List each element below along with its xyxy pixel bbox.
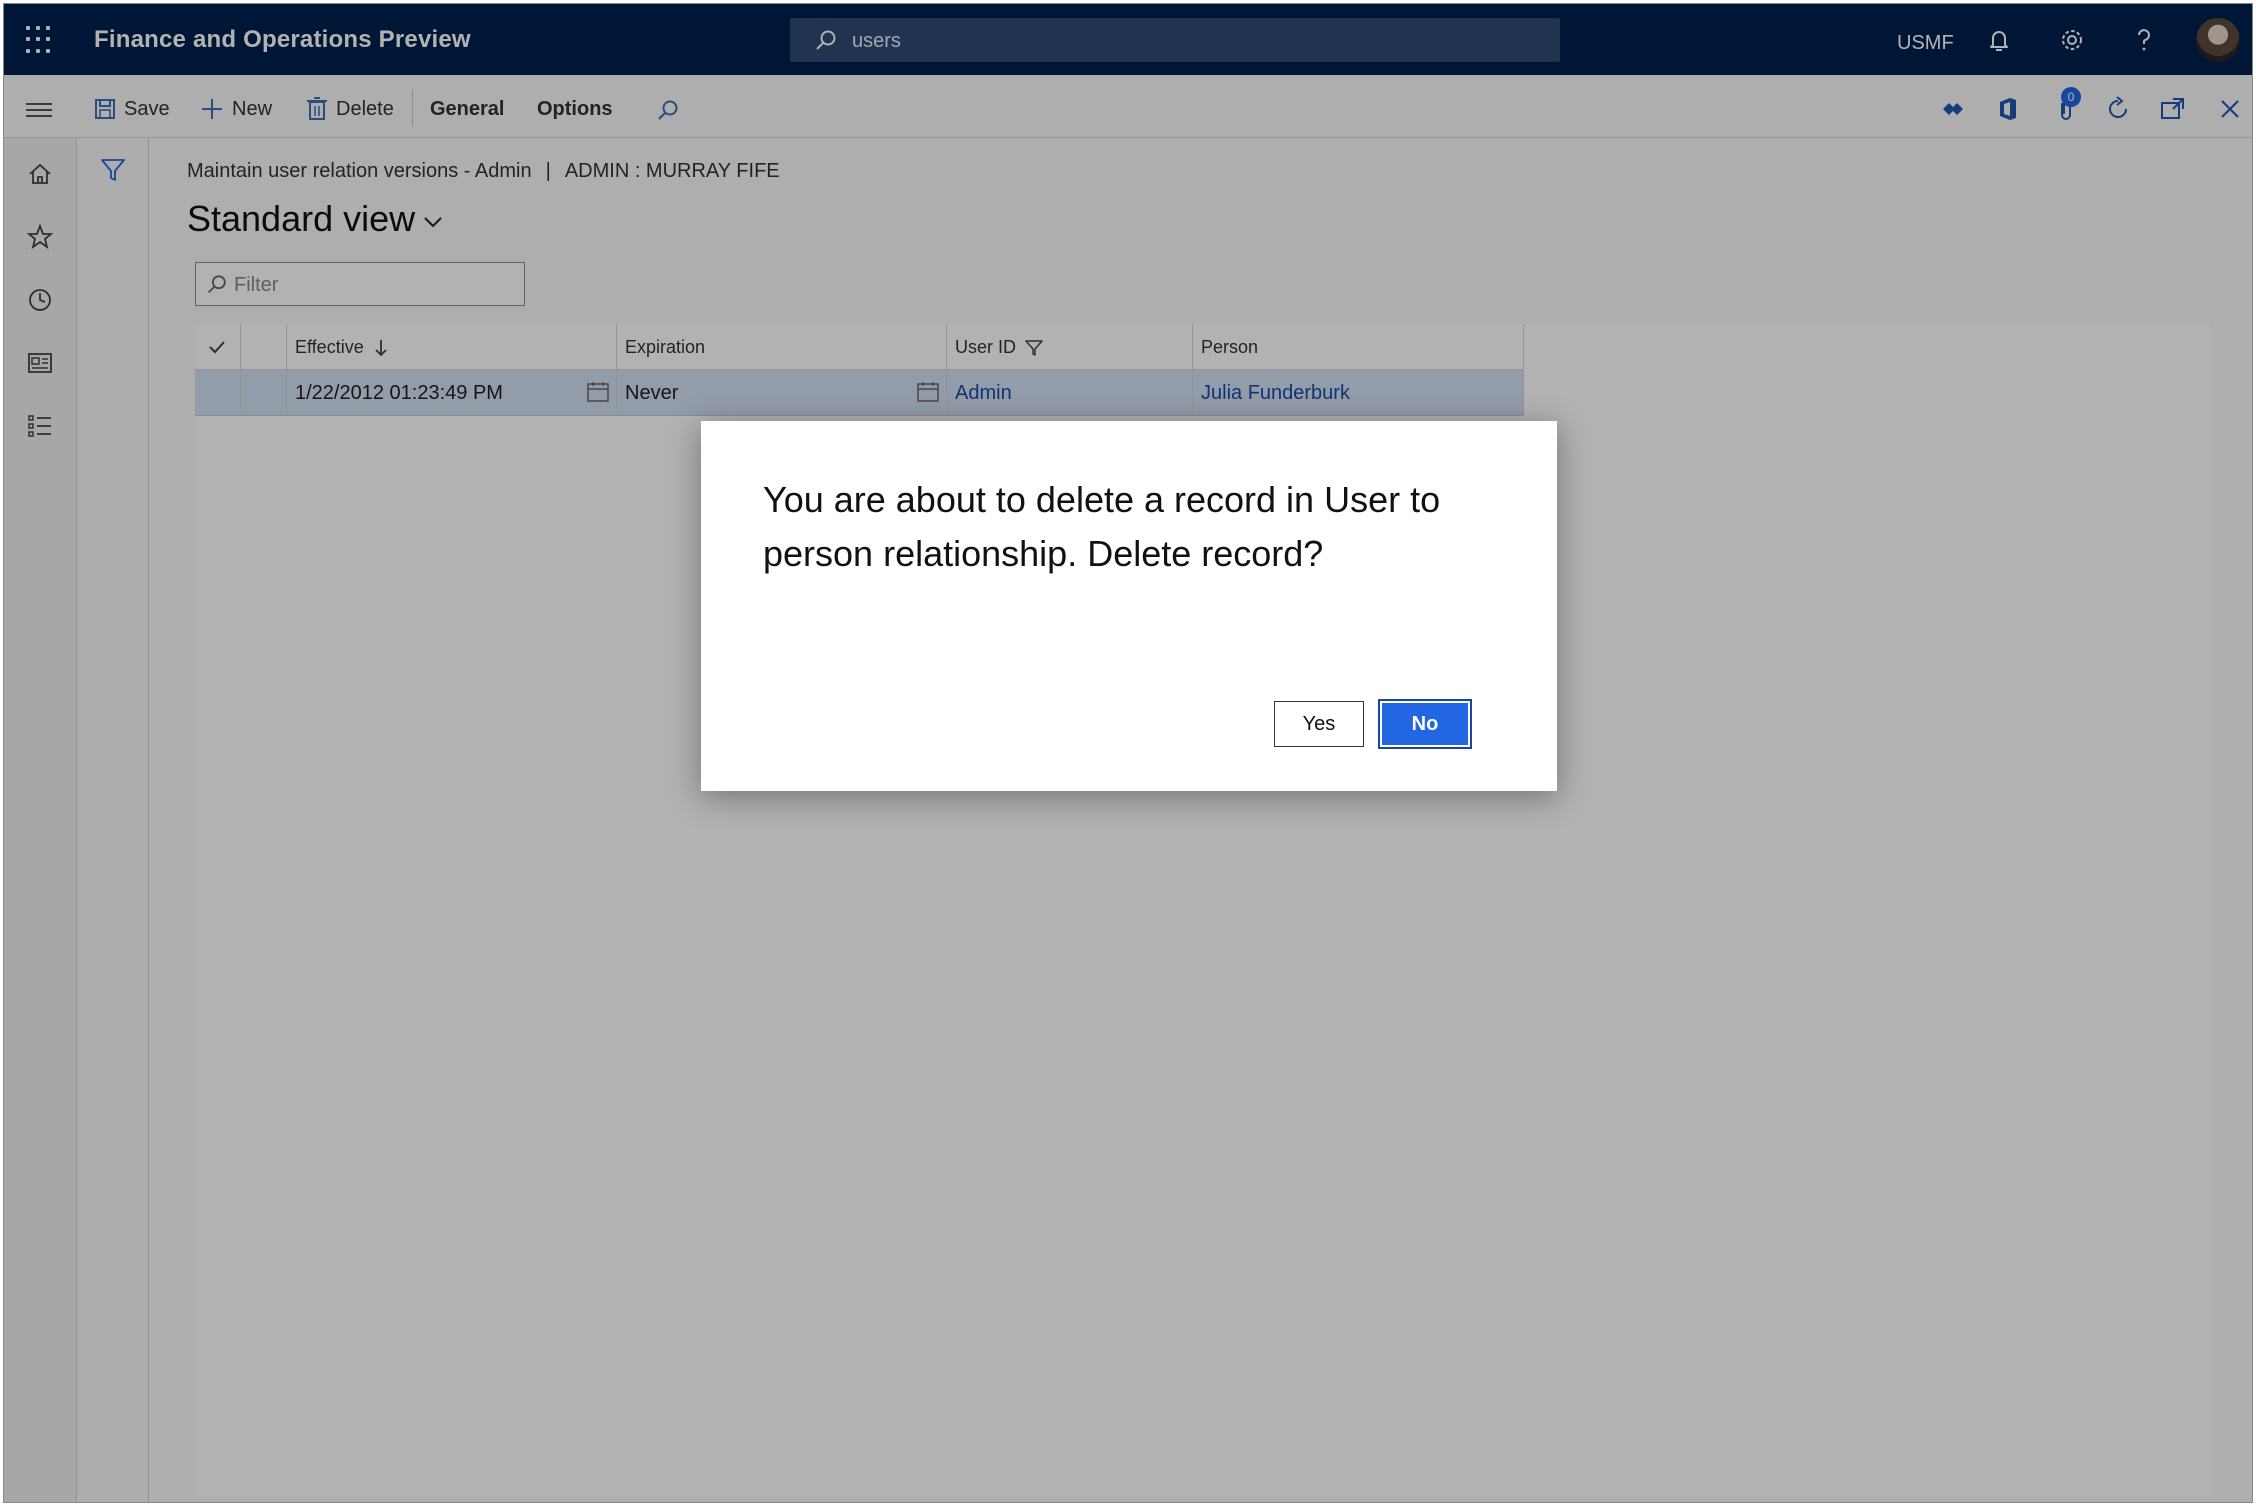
no-button[interactable]: No (1378, 699, 1472, 749)
app-window: Finance and Operations Preview users USM… (3, 3, 2253, 1503)
yes-button[interactable]: Yes (1274, 701, 1364, 747)
delete-confirmation-dialog: You are about to delete a record in User… (701, 421, 1557, 791)
dialog-message: You are about to delete a record in User… (763, 479, 1441, 574)
